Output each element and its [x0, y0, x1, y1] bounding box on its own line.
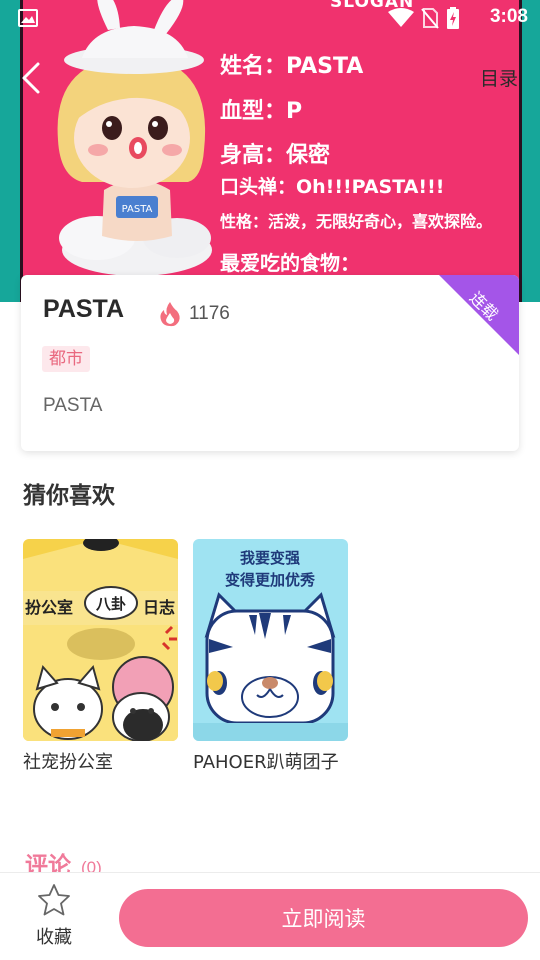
- cover-text-1: 扮公室: [25, 598, 73, 617]
- hero-poster: SLOGAN PASTA 姓名：PASTA 血型：P 身高：保密 口头禅：Oh!…: [20, 0, 522, 302]
- back-arrow-icon[interactable]: [18, 60, 46, 96]
- cover-text-1: 我要变强: [240, 549, 300, 567]
- book-description: PASTA: [43, 395, 103, 416]
- character-illustration: PASTA: [57, 0, 212, 276]
- cover-text-2: 八卦: [95, 595, 126, 613]
- svg-text:PASTA: PASTA: [122, 204, 153, 215]
- book-title: PASTA: [43, 295, 125, 323]
- bottom-action-bar: 收藏 立即阅读: [0, 872, 540, 960]
- profile-catchphrase: 口头禅：Oh!!!PASTA!!!: [220, 176, 445, 198]
- genre-tag[interactable]: 都市: [42, 346, 90, 372]
- status-bar: 3:08: [0, 0, 540, 36]
- status-time: 3:08: [489, 6, 528, 27]
- recommend-item-title[interactable]: PAHOER趴萌团子: [193, 751, 348, 775]
- recommend-item-title[interactable]: 社宠扮公室: [23, 751, 178, 775]
- profile-name: 姓名：PASTA: [220, 54, 364, 79]
- popularity: 1176: [159, 301, 230, 327]
- recommend-item[interactable]: 扮公室 八卦 日志 社宠扮公室: [23, 539, 178, 775]
- hero-banner: SLOGAN PASTA 姓名：PASTA 血型：P 身高：保密 口头禅：Oh!…: [0, 0, 540, 302]
- profile-favorite-food: 最爱吃的食物：: [220, 251, 360, 275]
- favorite-label: 收藏: [36, 927, 72, 948]
- book-info-card: PASTA 1176 都市 PASTA 连载: [21, 275, 519, 451]
- cover-illustration: 扮公室 八卦 日志: [23, 539, 178, 741]
- read-now-button[interactable]: 立即阅读: [119, 889, 528, 947]
- image-icon: [18, 9, 38, 27]
- status-ribbon: 连载: [439, 275, 519, 355]
- wifi-icon: [388, 8, 414, 27]
- recommend-list: 扮公室 八卦 日志 社宠扮公室 我要变强 变得更加优秀 PAHOER趴萌团子: [23, 539, 348, 775]
- cover-text-2: 变得更加优秀: [225, 571, 316, 589]
- status-icons: [388, 6, 460, 30]
- recommend-item[interactable]: 我要变强 变得更加优秀 PAHOER趴萌团子: [193, 539, 348, 775]
- cover-illustration: 我要变强 变得更加优秀: [193, 539, 348, 741]
- book-cover[interactable]: 我要变强 变得更加优秀: [193, 539, 348, 741]
- profile-blood: 血型：P: [220, 99, 303, 124]
- table-of-contents-button[interactable]: 目录: [480, 64, 518, 91]
- recommend-section-title: 猜你喜欢: [23, 483, 115, 509]
- no-sim-icon: [421, 8, 439, 29]
- book-cover[interactable]: 扮公室 八卦 日志: [23, 539, 178, 741]
- flame-icon: [160, 302, 180, 327]
- favorite-button[interactable]: 收藏: [26, 883, 82, 955]
- battery-charging-icon: [447, 7, 459, 29]
- profile-personality: 性格：活泼，无限好奇心，喜欢探险。: [220, 212, 493, 231]
- star-icon: [38, 884, 70, 916]
- cover-text-3: 日志: [143, 598, 175, 617]
- profile-height: 身高：保密: [220, 143, 331, 168]
- popularity-count: 1176: [189, 303, 230, 324]
